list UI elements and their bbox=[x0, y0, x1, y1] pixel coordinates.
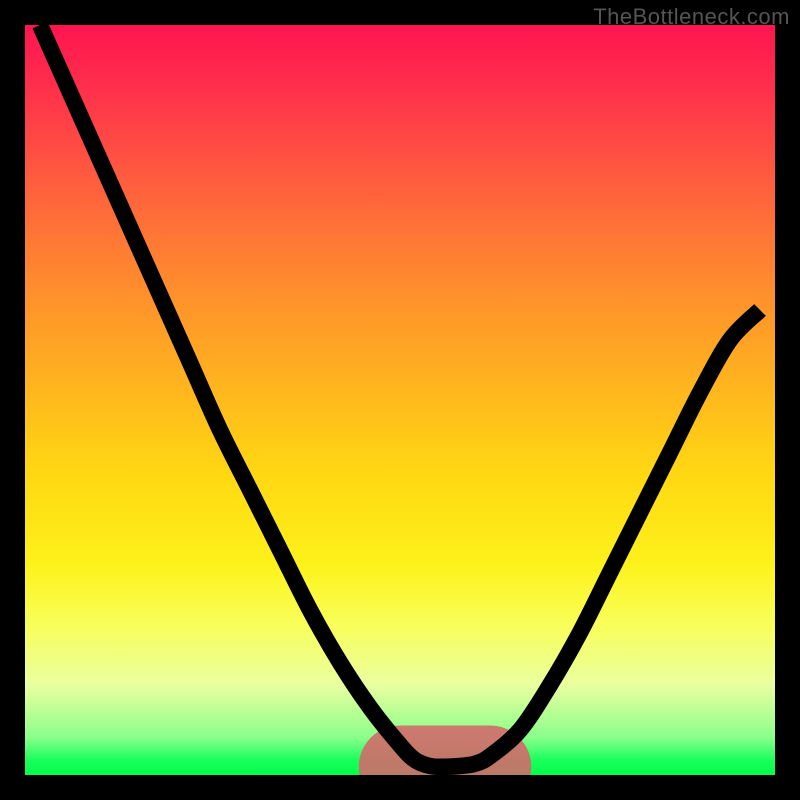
watermark-text: TheBottleneck.com bbox=[593, 4, 790, 30]
plot-area bbox=[25, 25, 775, 775]
chart-svg bbox=[25, 25, 775, 775]
bottleneck-curve-line bbox=[40, 25, 760, 767]
chart-frame: TheBottleneck.com bbox=[0, 0, 800, 800]
